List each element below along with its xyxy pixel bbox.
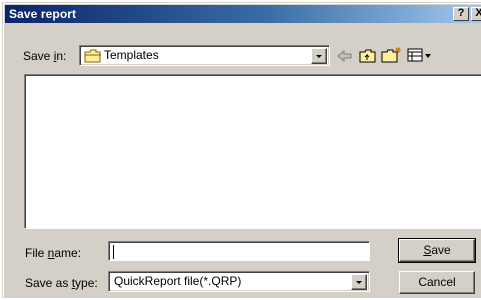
save-as-type-label: Save as type: (25, 276, 98, 290)
save-as-type-dropdown[interactable]: QuickReport file(*.QRP) (108, 271, 370, 292)
up-folder-icon[interactable] (359, 48, 377, 64)
folder-icon (84, 49, 101, 63)
close-button[interactable]: X (471, 7, 481, 21)
save-in-value: Templates (104, 48, 159, 62)
save-in-dropdown[interactable]: Templates (79, 45, 330, 66)
save-report-dialog: Save report ? X Save in: Templates File … (2, 2, 481, 298)
save-in-dropdown-button[interactable] (311, 48, 327, 64)
save-as-type-value: QuickReport file(*.QRP) (114, 274, 242, 288)
text-caret (113, 245, 114, 259)
back-arrow-icon[interactable] (336, 48, 354, 64)
file-name-label: File name: (25, 246, 82, 260)
title-bar[interactable]: Save report ? X (5, 5, 481, 23)
file-name-input[interactable] (108, 241, 370, 261)
save-in-label: Save in: (23, 49, 67, 63)
save-button[interactable]: Save (398, 238, 476, 263)
new-folder-icon[interactable] (381, 46, 403, 64)
view-menu-icon[interactable] (407, 48, 433, 64)
save-as-type-dropdown-button[interactable] (351, 274, 367, 290)
help-button[interactable]: ? (453, 7, 469, 21)
file-list-view[interactable] (24, 74, 481, 229)
cancel-button[interactable]: Cancel (399, 271, 475, 294)
dialog-title: Save report (9, 7, 77, 21)
